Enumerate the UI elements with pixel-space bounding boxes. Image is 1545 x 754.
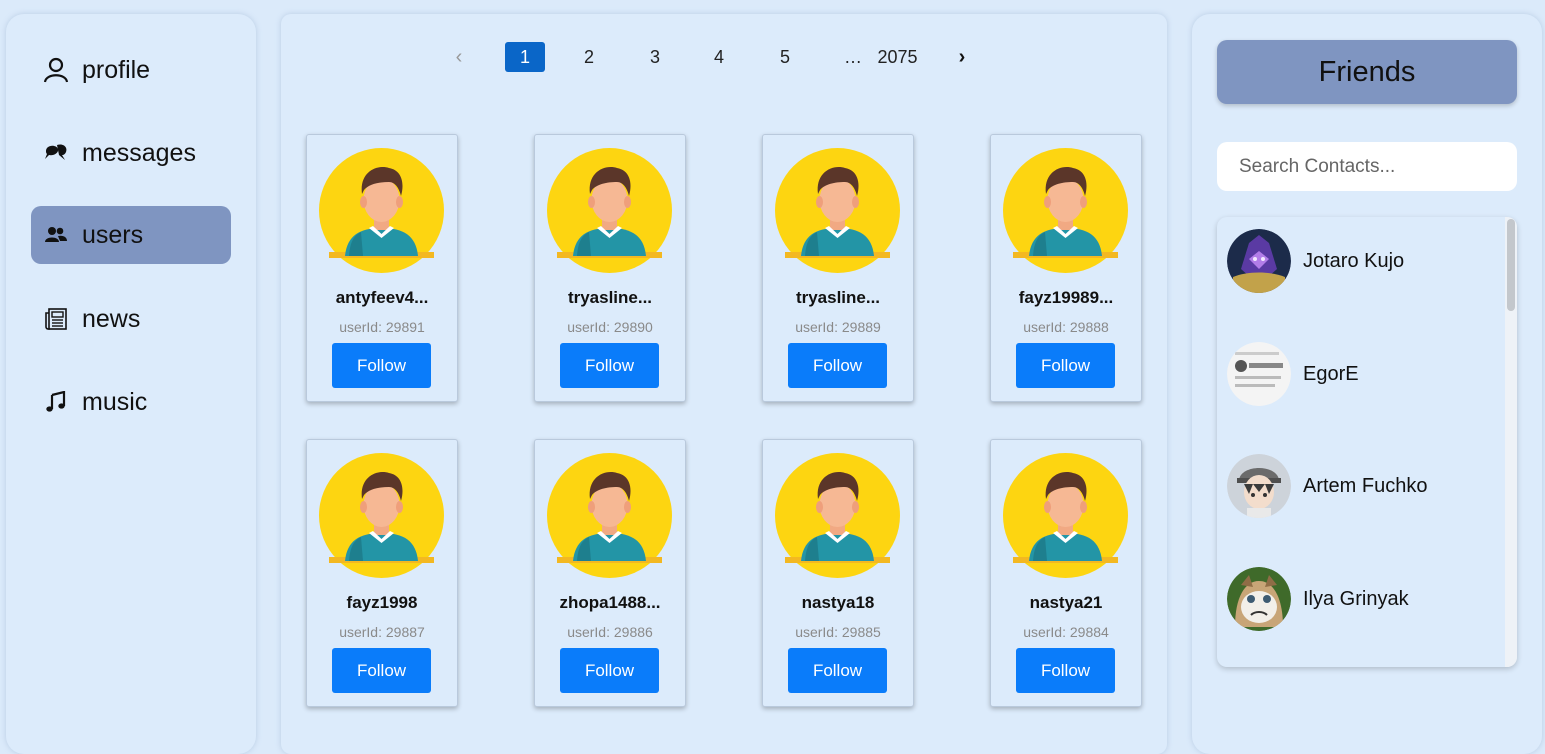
sidebar-item-label: profile	[82, 55, 151, 84]
sidebar-item-label: music	[82, 387, 148, 416]
avatar	[1227, 567, 1291, 631]
page-button-2[interactable]: 2	[579, 42, 599, 72]
user-id: userId: 29887	[339, 624, 425, 640]
user-name: nastya21	[1029, 593, 1103, 612]
page-button-1[interactable]: 1	[505, 42, 545, 72]
user-id: userId: 29890	[567, 319, 653, 335]
next-page-button[interactable]: ›	[952, 42, 972, 72]
follow-button[interactable]: Follow	[332, 648, 431, 693]
sidebar-item-label: messages	[82, 138, 196, 167]
user-avatar[interactable]	[547, 148, 672, 273]
user-avatar[interactable]	[319, 148, 444, 273]
user-avatar[interactable]	[319, 453, 444, 578]
follow-button[interactable]: Follow	[788, 343, 887, 388]
sidebar-item-label: news	[82, 304, 141, 333]
user-name: nastya18	[801, 593, 875, 612]
user-id: userId: 29884	[1023, 624, 1109, 640]
follow-button[interactable]: Follow	[332, 343, 431, 388]
follow-button[interactable]: Follow	[1016, 343, 1115, 388]
follow-button[interactable]: Follow	[560, 343, 659, 388]
page-button-last[interactable]: 2075	[875, 42, 920, 72]
scrollbar-thumb[interactable]	[1507, 219, 1515, 311]
friends-title: Friends	[1217, 40, 1517, 104]
sidebar-item-music[interactable]: music	[31, 373, 231, 431]
users-icon	[43, 222, 69, 248]
user-avatar[interactable]	[1003, 453, 1128, 578]
avatar	[1227, 342, 1291, 406]
user-card: fayz19989... userId: 29888 Follow	[990, 134, 1142, 402]
user-avatar[interactable]	[775, 453, 900, 578]
sidebar-item-messages[interactable]: messages	[31, 124, 231, 182]
page-button-3[interactable]: 3	[645, 42, 665, 72]
follow-button[interactable]: Follow	[788, 648, 887, 693]
user-name: tryasline...	[567, 288, 653, 307]
users-panel: ‹ 1 2 3 4 5 … 2075 › antyfeev4... userId:…	[281, 14, 1167, 754]
contact-item[interactable]: Ilya Grinyak	[1227, 567, 1507, 631]
user-avatar[interactable]	[547, 453, 672, 578]
sidebar-item-label: users	[82, 220, 144, 249]
sidebar-item-news[interactable]: news	[31, 290, 231, 348]
sidebar-nav: profile messages users news music	[6, 14, 256, 754]
search-contacts-input[interactable]	[1217, 142, 1517, 191]
user-card: nastya18 userId: 29885 Follow	[762, 439, 914, 707]
follow-button[interactable]: Follow	[1016, 648, 1115, 693]
contact-item[interactable]: Jotaro Kujo	[1227, 229, 1507, 293]
user-card: antyfeev4... userId: 29891 Follow	[306, 134, 458, 402]
contact-name: Artem Fuchko	[1303, 474, 1428, 497]
avatar	[1227, 454, 1291, 518]
sidebar-item-users[interactable]: users	[31, 206, 231, 264]
page-button-4[interactable]: 4	[709, 42, 729, 72]
user-id: userId: 29885	[795, 624, 881, 640]
sidebar-item-profile[interactable]: profile	[31, 41, 231, 99]
pagination-ellipsis: …	[844, 47, 862, 67]
avatar	[1227, 229, 1291, 293]
contacts-list: Jotaro Kujo EgorE Artem Fuchko Ilya Grin…	[1217, 217, 1517, 667]
contact-name: EgorE	[1303, 362, 1359, 385]
user-id: userId: 29891	[339, 319, 425, 335]
user-icon	[43, 57, 69, 83]
prev-page-button[interactable]: ‹	[449, 42, 469, 72]
contact-name: Jotaro Kujo	[1303, 249, 1405, 272]
user-name: fayz1998	[346, 593, 418, 612]
page-button-5[interactable]: 5	[775, 42, 795, 72]
user-id: userId: 29886	[567, 624, 653, 640]
contacts-scrollbar[interactable]	[1505, 217, 1517, 667]
follow-button[interactable]: Follow	[560, 648, 659, 693]
user-avatar[interactable]	[775, 148, 900, 273]
contact-name: Ilya Grinyak	[1303, 587, 1409, 610]
user-card: fayz1998 userId: 29887 Follow	[306, 439, 458, 707]
friends-panel: Friends Jotaro Kujo EgorE Artem Fuchko I…	[1192, 14, 1542, 754]
user-name: zhopa1488...	[559, 593, 661, 612]
user-id: userId: 29889	[795, 319, 881, 335]
user-name: fayz19989...	[1018, 288, 1114, 307]
user-card: tryasline... userId: 29889 Follow	[762, 134, 914, 402]
user-id: userId: 29888	[1023, 319, 1109, 335]
user-card: tryasline... userId: 29890 Follow	[534, 134, 686, 402]
pagination: ‹ 1 2 3 4 5 … 2075 ›	[281, 42, 1167, 72]
user-card: zhopa1488... userId: 29886 Follow	[534, 439, 686, 707]
contact-item[interactable]: Artem Fuchko	[1227, 454, 1507, 518]
user-card: nastya21 userId: 29884 Follow	[990, 439, 1142, 707]
user-name: tryasline...	[795, 288, 881, 307]
user-name: antyfeev4...	[335, 288, 429, 307]
contact-item[interactable]: EgorE	[1227, 342, 1507, 406]
music-note-icon	[43, 389, 69, 415]
chat-bubbles-icon	[43, 140, 69, 166]
newspaper-icon	[43, 306, 69, 332]
user-avatar[interactable]	[1003, 148, 1128, 273]
